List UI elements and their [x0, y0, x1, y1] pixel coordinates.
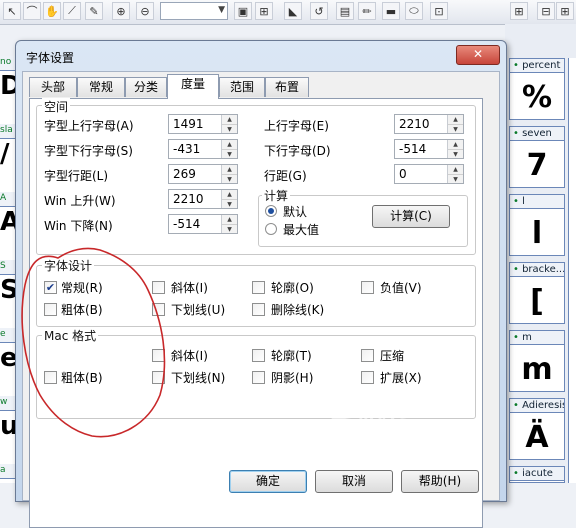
tab-metrics[interactable]: 度量 [167, 74, 219, 99]
red-annotation-loop [21, 247, 166, 438]
annotation-stroke [21, 247, 166, 438]
